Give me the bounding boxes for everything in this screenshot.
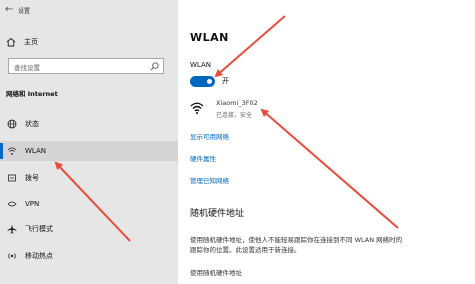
globe-icon [7,119,17,129]
wlan-toggle-label: WLAN [190,61,212,69]
search-icon[interactable] [150,62,159,71]
search-input[interactable]: 查找设置 [8,58,164,74]
sidebar-item-dialup[interactable]: 拨号 [0,168,178,188]
vpn-icon [7,201,17,207]
hotspot-icon [8,253,16,259]
sidebar-item-label: VPN [25,200,40,208]
airplane-icon [7,224,17,234]
sidebar-item-vpn[interactable]: VPN [0,194,178,214]
dialup-icon [8,174,16,182]
sidebar-item-label: 状态 [25,120,39,128]
network-status: 已连接，安全 [216,112,253,119]
sidebar-item-label: WLAN [25,147,47,155]
sidebar-item-wlan[interactable]: WLAN [0,141,178,161]
show-available-networks-link[interactable]: 显示可用网络 [190,131,229,141]
app-title: 设置 [18,8,31,15]
sidebar-item-label: 拨号 [25,174,39,182]
random-hardware-description-line1: 使用随机硬件地址，使他人不能轻易跟踪你在连接到不同 WLAN 网络时的 [190,236,403,244]
section-header: 网络和 Internet [6,90,58,98]
random-hardware-address-title: 随机硬件地址 [190,209,245,219]
sidebar-item-hotspot[interactable]: 移动热点 [0,246,178,266]
toggle-state: 开 [222,77,229,85]
sidebar: ← 设置 主页 查找设置 网络和 Internet 状态 WLAN 拨号 VPN… [0,0,178,284]
sidebar-item-label: 移动热点 [25,252,53,260]
sidebar-item-status[interactable]: 状态 [0,114,178,134]
wlan-toggle[interactable] [190,76,215,87]
random-hardware-description-line2: 跟踪你的位置。此设置适用于新连接。 [190,246,301,254]
network-name: Xiaomi_3F02 [216,99,258,107]
sidebar-home-label: 主页 [24,38,38,46]
wifi-icon [7,147,17,155]
connected-network[interactable]: Xiaomi_3F02 已连接，安全 [190,99,310,123]
arrow-to-network [260,108,399,229]
search-placeholder: 查找设置 [14,64,40,72]
home-icon [6,37,16,47]
sidebar-item-airplane[interactable]: 飞行模式 [0,219,178,239]
random-hardware-toggle-label: 使用随机硬件地址 [190,269,242,277]
toggle-knob [207,79,212,84]
arrow-to-toggle [214,15,286,78]
sidebar-home[interactable]: 主页 [6,35,38,49]
sidebar-item-label: 飞行模式 [25,225,53,233]
page-title: WLAN [190,31,229,44]
hardware-properties-link[interactable]: 硬件属性 [190,153,216,163]
back-arrow-icon[interactable]: ← [5,4,13,15]
wifi-signal-icon [190,102,204,114]
selection-indicator [0,143,3,159]
manage-known-networks-link[interactable]: 管理已知网络 [190,175,229,185]
